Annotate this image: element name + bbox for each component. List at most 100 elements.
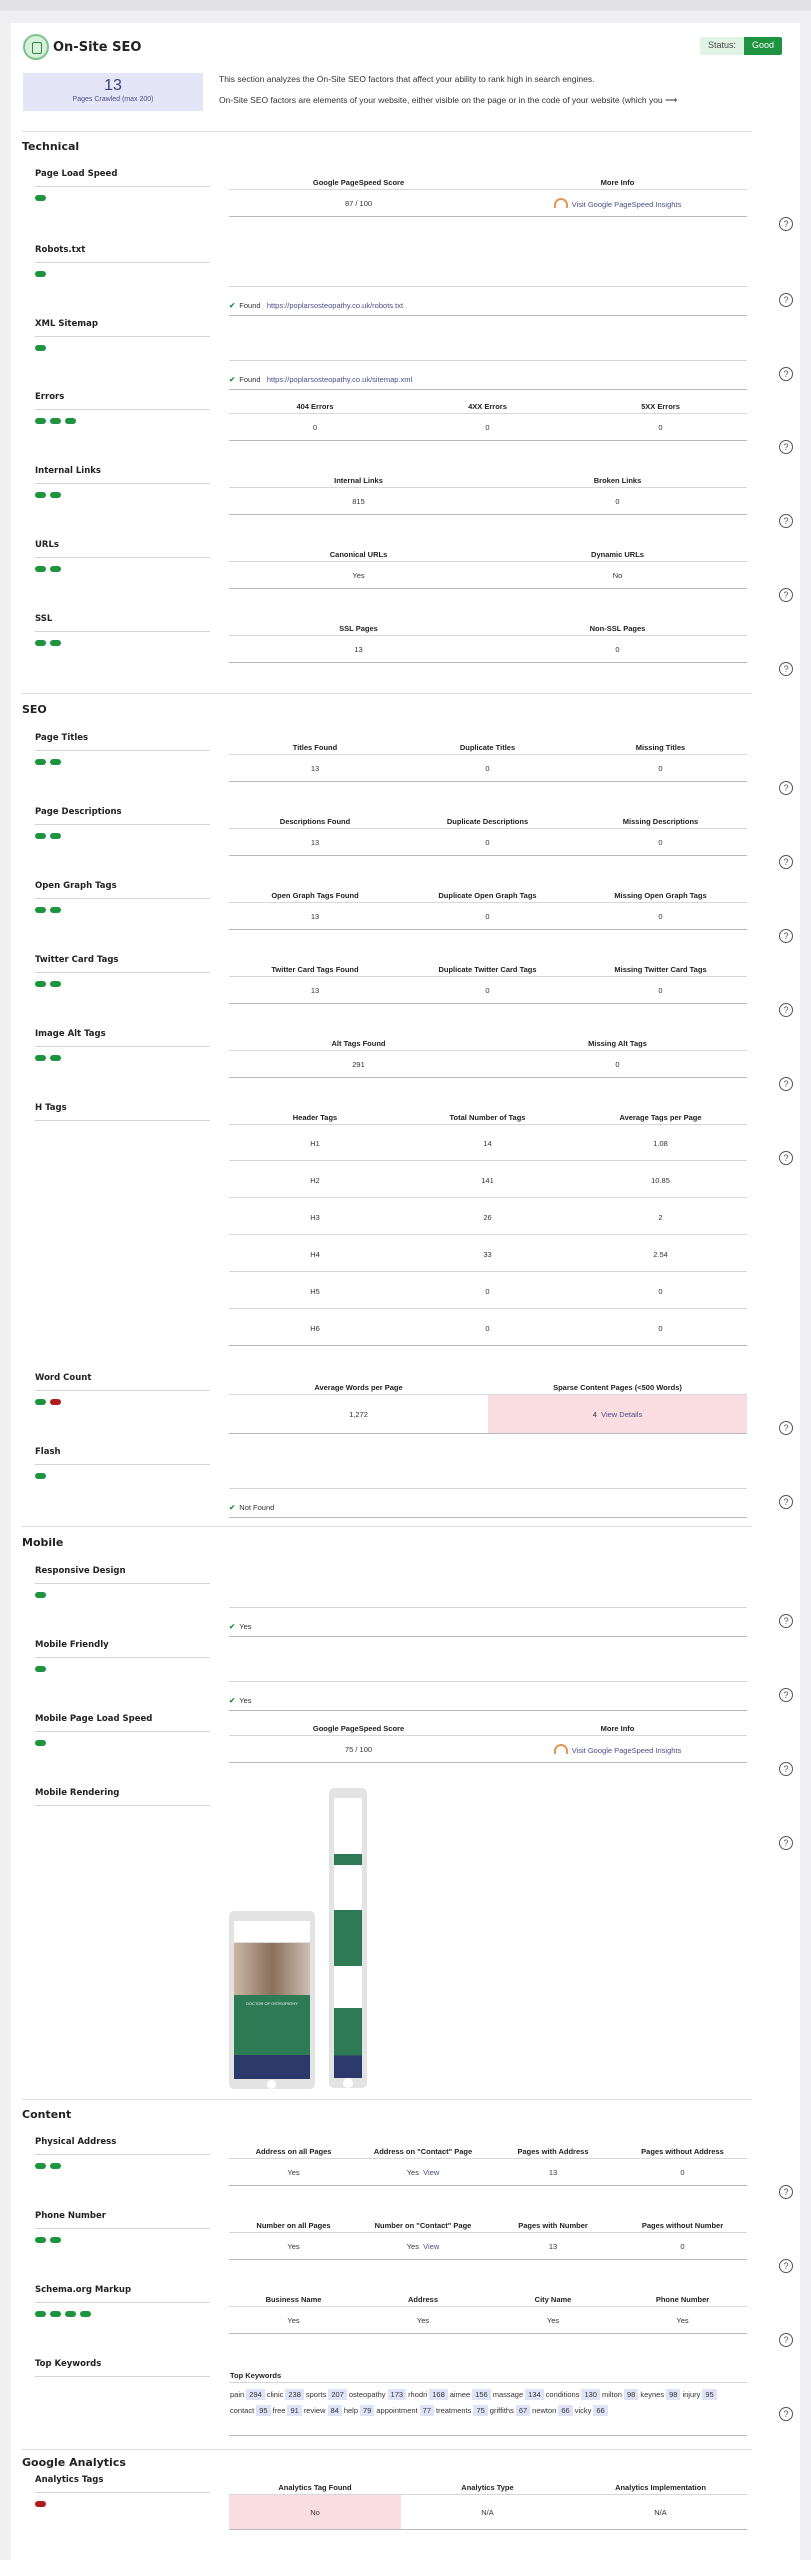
cell: 13 — [354, 645, 363, 654]
keyword-term: rhodri — [408, 2390, 428, 2399]
row-label: Image Alt Tags — [35, 1029, 106, 1039]
cell: H2 — [310, 1176, 320, 1185]
cell: 13 — [310, 986, 320, 995]
row-underline — [35, 1046, 210, 1047]
help-icon[interactable]: ? — [779, 781, 793, 795]
pagespeed-link[interactable]: Visit Google PageSpeed Insights — [488, 198, 747, 209]
view-details-link[interactable]: View Details — [601, 1410, 642, 1419]
table-rule — [229, 781, 747, 782]
score-dots — [35, 1399, 61, 1405]
cell: 0 — [312, 423, 318, 432]
phone-fullpage-mockup — [329, 1788, 367, 2088]
dot-good — [35, 345, 46, 351]
help-icon[interactable]: ? — [779, 662, 793, 676]
row-label: XML Sitemap — [35, 319, 98, 329]
cell: 0 — [485, 764, 490, 773]
score-dots — [35, 418, 76, 424]
sitemap-url[interactable]: https://poplarsosteopathy.co.uk/sitemap.… — [267, 375, 412, 384]
dot-good — [35, 759, 46, 765]
alt-table: Alt Tags Found Missing Alt Tags 291 0 — [229, 1039, 747, 1089]
phone-screen: DOCTOR OF OSTEOPATHY — [234, 1921, 310, 2079]
site-hero-photo — [234, 1943, 310, 1995]
col-header: Missing Titles — [635, 743, 686, 752]
table-rule — [229, 662, 747, 663]
score-dots — [35, 2501, 46, 2507]
help-icon[interactable]: ? — [779, 1495, 793, 1509]
help-icon[interactable]: ? — [779, 440, 793, 454]
help-icon[interactable]: ? — [779, 217, 793, 231]
score-dots — [35, 2311, 91, 2317]
cell: Yes — [352, 571, 365, 580]
row-label: Page Load Speed — [35, 169, 118, 179]
row-underline — [35, 336, 210, 337]
help-icon[interactable]: ? — [779, 1762, 793, 1776]
help-icon[interactable]: ? — [779, 367, 793, 381]
help-icon[interactable]: ? — [779, 1077, 793, 1091]
col-header: Pages without Number — [641, 2221, 724, 2230]
keyword-count: 294 — [246, 2389, 265, 2400]
help-icon[interactable]: ? — [779, 1688, 793, 1702]
help-icon[interactable]: ? — [779, 1836, 793, 1850]
table-rule — [229, 1050, 747, 1051]
cell: 0 — [485, 1324, 490, 1333]
col-header: Titles Found — [292, 743, 338, 752]
top-strip — [0, 0, 811, 11]
view-link[interactable]: View — [423, 2168, 439, 2177]
section-mobile: Mobile — [22, 1536, 64, 1549]
robots-url[interactable]: https://poplarsosteopathy.co.uk/robots.t… — [267, 301, 403, 310]
help-icon[interactable]: ? — [779, 2259, 793, 2273]
row-label: Open Graph Tags — [35, 881, 117, 891]
keyword-count: 238 — [285, 2389, 304, 2400]
table-rule — [229, 286, 747, 287]
phone-mockup: DOCTOR OF OSTEOPATHY — [229, 1911, 315, 2089]
status-value: Good — [744, 37, 783, 55]
cell: No — [310, 2508, 320, 2517]
dot-good — [50, 492, 61, 498]
help-icon[interactable]: ? — [779, 514, 793, 528]
dot-good — [35, 2311, 46, 2317]
help-icon[interactable]: ? — [779, 2407, 793, 2421]
keyword-count: 168 — [429, 2389, 448, 2400]
pagespeed-score: 87 / 100 — [344, 199, 373, 208]
row-underline — [35, 750, 210, 751]
keyword-count: 66 — [593, 2405, 608, 2416]
col-header: Average Tags per Page — [619, 1113, 702, 1122]
col-header: Address — [407, 2295, 438, 2304]
divider — [22, 2099, 752, 2100]
pages-crawled-box: 13 Pages Crawled (max 200) — [23, 73, 203, 111]
table-rule — [229, 1517, 747, 1518]
help-icon[interactable]: ? — [779, 855, 793, 869]
table-rule — [229, 2185, 747, 2186]
intro-p2[interactable]: On-Site SEO factors are elements of your… — [219, 94, 779, 106]
row-underline — [35, 1805, 210, 1806]
help-icon[interactable]: ? — [779, 588, 793, 602]
help-icon[interactable]: ? — [779, 2185, 793, 2199]
dot-good — [50, 2311, 61, 2317]
help-icon[interactable]: ? — [779, 293, 793, 307]
dot-good — [35, 907, 46, 913]
table-rule — [229, 1762, 747, 1763]
cell: No — [612, 571, 623, 580]
cell: 13 — [310, 764, 320, 773]
keywords-heading: Top Keywords — [230, 2371, 282, 2380]
col-header: Duplicate Descriptions — [446, 817, 529, 826]
cell: Yes — [546, 2316, 560, 2325]
help-icon[interactable]: ? — [779, 929, 793, 943]
responsive-status: ✔ Yes — [229, 1622, 252, 1631]
keyword-term: keynes — [640, 2390, 665, 2399]
help-icon[interactable]: ? — [779, 1151, 793, 1165]
help-icon[interactable]: ? — [779, 2333, 793, 2347]
help-icon[interactable]: ? — [779, 1003, 793, 1017]
col-header: Alt Tags Found — [331, 1039, 386, 1048]
mobile-pagespeed-link[interactable]: Visit Google PageSpeed Insights — [488, 1744, 747, 1755]
score-dots — [35, 640, 61, 646]
view-link[interactable]: View — [423, 2242, 439, 2251]
col-header: Duplicate Twitter Card Tags — [438, 965, 537, 974]
keyword-term: conditions — [545, 2390, 580, 2399]
dot-good — [35, 981, 46, 987]
help-icon[interactable]: ? — [779, 1614, 793, 1628]
keywords-box: Top Keywords pain 294 clinic 238 sports 207 os… — [229, 2371, 747, 2441]
dot-good — [35, 1666, 46, 1672]
keyword-term: appointment — [376, 2406, 418, 2415]
help-icon[interactable]: ? — [779, 1421, 793, 1435]
